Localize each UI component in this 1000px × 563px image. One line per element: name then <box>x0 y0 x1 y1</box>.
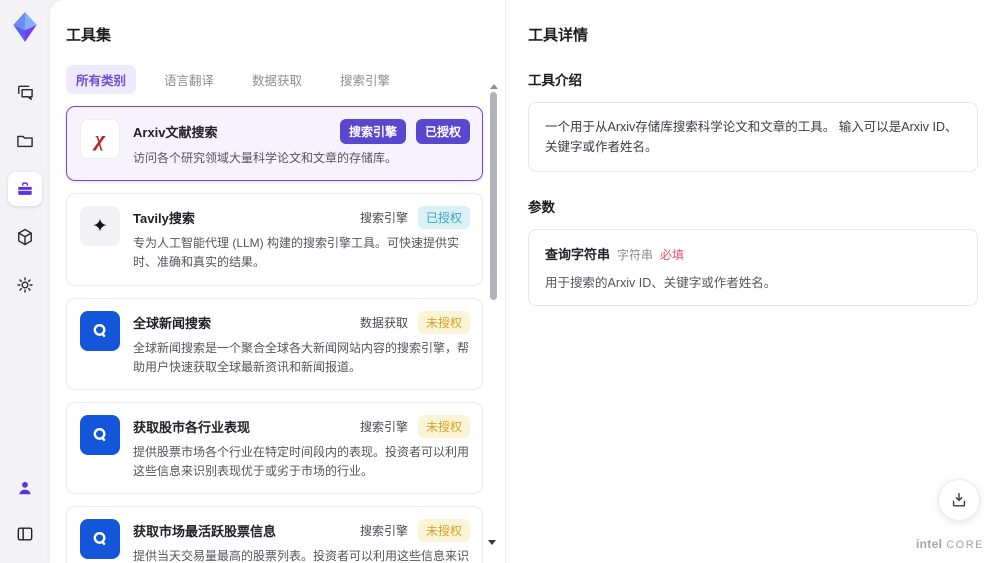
detail-title: 工具详情 <box>528 27 589 44</box>
scrollbar[interactable] <box>489 84 498 550</box>
tool-title: Tavily搜索 <box>133 211 195 227</box>
intel-core-logo: intel CORE <box>916 537 984 551</box>
tab-language-translation[interactable]: 语言翻译 <box>154 65 224 94</box>
intro-text: 一个用于从Arxiv存储库搜索科学论文和文章的工具。 输入可以是Arxiv ID… <box>545 120 958 154</box>
app-root: 工具集 所有类别 语言翻译 数据获取 搜索引擎 χ Arxiv文献搜索 搜索引擎… <box>0 0 1000 563</box>
category-badge: 数据获取 <box>359 315 408 330</box>
tool-description: 提供当天交易量最高的股票列表。投资者可以利用这些信息来识别流动性强的股票和潜在的… <box>133 549 470 563</box>
sidebar-nav <box>8 76 42 302</box>
news-search-icon <box>80 414 120 455</box>
param-required-flag: 必填 <box>660 248 685 262</box>
tool-description: 访问各个研究领域大量科学论文和文章的存储库。 <box>133 151 398 165</box>
tavily-star-icon: ✦ <box>80 206 120 247</box>
tool-title: Arxiv文献搜索 <box>133 125 218 140</box>
scroll-down-arrow[interactable] <box>488 540 496 545</box>
folder-icon[interactable] <box>8 124 42 158</box>
category-badge: 搜索引擎 <box>359 524 408 539</box>
auth-status-badge: 已授权 <box>415 119 470 144</box>
tool-title: 获取股市各行业表现 <box>133 419 251 435</box>
package-icon[interactable] <box>8 220 42 254</box>
tab-search-engine[interactable]: 搜索引擎 <box>330 65 400 94</box>
arxiv-logo-icon: χ <box>80 119 120 159</box>
chat-icon[interactable] <box>8 76 42 110</box>
tool-card-list: χ Arxiv文献搜索 搜索引擎 已授权 访问各个研究领域大量科学论文和文章的存… <box>66 106 483 563</box>
intro-section-title: 工具介绍 <box>528 73 582 88</box>
page-title: 工具集 <box>66 27 112 44</box>
param-box: 查询字符串 字符串 必填 用于搜索的Arxiv ID、关键字或作者姓名。 <box>528 229 978 306</box>
tab-data-fetching[interactable]: 数据获取 <box>242 65 312 94</box>
category-badge: 搜索引擎 <box>359 419 408 434</box>
tool-card-tavily[interactable]: ✦ Tavily搜索 搜索引擎 已授权 专为人工智能代理 (LLM) 构建的搜索… <box>66 193 483 286</box>
auth-status-badge: 未授权 <box>417 414 470 438</box>
category-badge: 搜索引擎 <box>359 211 408 226</box>
tool-title: 全球新闻搜索 <box>133 315 212 331</box>
tool-description: 全球新闻搜索是一个聚合全球各大新闻网站内容的搜索引擎，帮助用户快速获取全球最新资… <box>133 340 470 374</box>
tool-card-arxiv[interactable]: χ Arxiv文献搜索 搜索引擎 已授权 访问各个研究领域大量科学论文和文章的存… <box>66 106 483 182</box>
param-name: 查询字符串 <box>545 247 611 262</box>
user-profile-icon[interactable] <box>8 471 42 505</box>
tool-card-sector-performance[interactable]: 获取股市各行业表现 搜索引擎 未授权 提供股票市场各个行业在特定时间段内的表现。… <box>66 401 483 495</box>
auth-status-badge: 已授权 <box>417 206 470 230</box>
toolbox-icon[interactable] <box>8 172 42 206</box>
main-surface: 工具集 所有类别 语言翻译 数据获取 搜索引擎 χ Arxiv文献搜索 搜索引擎… <box>50 0 1000 563</box>
tool-detail-pane: 工具详情 工具介绍 一个用于从Arxiv存储库搜索科学论文和文章的工具。 输入可… <box>505 0 1000 563</box>
category-tabs: 所有类别 语言翻译 数据获取 搜索引擎 <box>66 65 483 94</box>
tool-card-global-news[interactable]: 全球新闻搜索 数据获取 未授权 全球新闻搜索是一个聚合全球各大新闻网站内容的搜索… <box>66 297 483 390</box>
app-logo-icon[interactable] <box>8 10 42 44</box>
sidebar-bottom <box>8 471 42 551</box>
sidebar <box>0 0 50 563</box>
scrollbar-thumb[interactable] <box>490 92 497 300</box>
collapse-panel-icon[interactable] <box>8 517 42 551</box>
scroll-up-arrow[interactable] <box>489 84 498 89</box>
intro-box: 一个用于从Arxiv存储库搜索科学论文和文章的工具。 输入可以是Arxiv ID… <box>528 102 978 172</box>
download-button[interactable] <box>938 479 980 521</box>
tool-card-active-stocks[interactable]: 获取市场最活跃股票信息 搜索引擎 未授权 提供当天交易量最高的股票列表。投资者可… <box>66 506 483 563</box>
tool-description: 提供股票市场各个行业在特定时间段内的表现。投资者可以利用这些信息来识别表现优于或… <box>133 444 470 479</box>
news-search-icon <box>80 519 120 560</box>
tool-description: 专为人工智能代理 (LLM) 构建的搜索引擎工具。可快速提供实时、准确和真实的结… <box>133 236 460 270</box>
tool-title: 获取市场最活跃股票信息 <box>133 524 277 540</box>
tab-all-categories[interactable]: 所有类别 <box>66 65 137 94</box>
param-description: 用于搜索的Arxiv ID、关键字或作者姓名。 <box>545 276 777 290</box>
tool-list-pane: 工具集 所有类别 语言翻译 数据获取 搜索引擎 χ Arxiv文献搜索 搜索引擎… <box>50 0 505 563</box>
settings-gear-icon[interactable] <box>8 268 42 302</box>
category-badge: 搜索引擎 <box>339 119 406 144</box>
auth-status-badge: 未授权 <box>417 310 470 334</box>
param-type: 字符串 <box>617 248 654 262</box>
params-section-title: 参数 <box>528 200 555 215</box>
auth-status-badge: 未授权 <box>417 519 470 543</box>
news-search-icon <box>80 310 120 351</box>
